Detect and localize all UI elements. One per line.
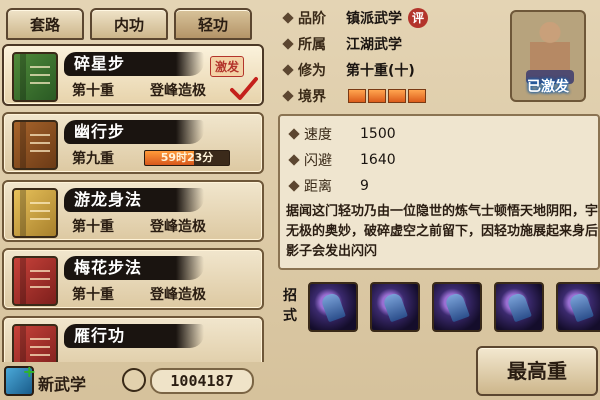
- diamond-icon: [288, 128, 300, 140]
- speed-value: 1500: [360, 126, 396, 142]
- skill-name: 游龙身法: [64, 188, 204, 212]
- book-icon: [12, 324, 58, 362]
- realm-bar: [348, 89, 426, 103]
- skill-list: 碎星步 激发 第十重 登峰造极 幽行步 第九重 59时23分 游龙身法 第十重 …: [2, 44, 264, 362]
- character-portrait: 已激发: [510, 10, 586, 102]
- activated-label: 已激发: [527, 79, 569, 95]
- distance-value: 9: [360, 178, 369, 194]
- realm-label: 境界: [298, 89, 326, 105]
- skill-level: 第十重: [72, 287, 114, 303]
- realm-segment: [388, 89, 406, 103]
- distance-row: 距离 9: [288, 176, 369, 196]
- stats-box: 速度 1500 闪避 1640 距离 9 据闻这门轻功乃由一位隐世的炼气士顿悟天…: [278, 114, 600, 270]
- skill-name: 幽行步: [64, 120, 204, 144]
- skill-name: 雁行功: [64, 324, 204, 348]
- diamond-icon: [282, 64, 294, 76]
- currency-amount: 1004187: [150, 368, 254, 394]
- book-icon: [12, 120, 58, 170]
- realm-segment: [408, 89, 426, 103]
- skill-item-meihuabufa[interactable]: 梅花步法 第十重 登峰造极: [2, 248, 264, 310]
- book-icon: [12, 188, 58, 238]
- rank-label: 品阶: [298, 11, 326, 27]
- realm-row: 境界: [282, 86, 426, 106]
- skill-item-youxingbu[interactable]: 幽行步 第九重 59时23分: [2, 112, 264, 174]
- dodge-row: 闪避 1640: [288, 150, 396, 170]
- speed-row: 速度 1500: [288, 124, 396, 144]
- game-screen: 套路 内功 轻功 碎星步 激发 第十重 登峰造极 幽行步 第九重 59时23分: [0, 0, 600, 400]
- skill-item-youlongshenfa[interactable]: 游龙身法 第十重 登峰造极: [2, 180, 264, 242]
- diamond-icon: [288, 154, 300, 166]
- origin-row: 所属 江湖武学: [282, 34, 402, 54]
- monk-figure: [530, 22, 570, 74]
- tab-qinggong[interactable]: 轻功: [174, 8, 252, 40]
- training-progress-bar: 59时23分: [144, 150, 230, 166]
- book-icon: [12, 52, 58, 102]
- bottom-bar: + 新武学 1004187: [0, 362, 270, 400]
- skill-grade: 登峰造极: [150, 219, 206, 235]
- tab-taolu[interactable]: 套路: [6, 8, 84, 40]
- skill-detail-panel: 品阶 镇派武学 评 所属 江湖武学 修为 第十重(十) 境界 已激发 速度 15…: [272, 0, 600, 400]
- activated-badge: 激发: [210, 56, 245, 77]
- rank-value: 镇派武学: [346, 11, 402, 27]
- skill-level: 第十重: [72, 83, 114, 99]
- category-tabs: 套路 内功 轻功: [2, 2, 267, 42]
- checkmark-icon: [230, 77, 258, 100]
- cultivation-label: 修为: [298, 63, 326, 79]
- dodge-label: 闪避: [304, 153, 332, 169]
- new-skill-icon[interactable]: +: [4, 362, 36, 396]
- tab-neigong[interactable]: 内功: [90, 8, 168, 40]
- realm-segment: [368, 89, 386, 103]
- currency-icon: [122, 368, 146, 392]
- move-icon[interactable]: [308, 282, 358, 332]
- move-icon[interactable]: [432, 282, 482, 332]
- skill-level: 第九重: [72, 151, 114, 167]
- moves-row: [308, 282, 600, 332]
- move-icon[interactable]: [494, 282, 544, 332]
- review-button[interactable]: 评: [408, 8, 428, 28]
- skill-grade: 登峰造极: [150, 83, 206, 99]
- max-level-button[interactable]: 最高重: [476, 346, 598, 396]
- cultivation-value: 第十重(十): [346, 63, 415, 79]
- skill-name: 碎星步: [64, 52, 204, 76]
- realm-segment: [348, 89, 366, 103]
- diamond-icon: [282, 12, 294, 24]
- skill-description: 据闻这门轻功乃由一位隐世的炼气士顿悟天地阴阳，宇宙无极的奥妙，破碎虚空之前留下，…: [286, 204, 600, 259]
- move-icon[interactable]: [556, 282, 600, 332]
- book-icon: [12, 256, 58, 306]
- new-skill-label[interactable]: 新武学: [38, 371, 86, 395]
- diamond-icon: [288, 180, 300, 192]
- move-icon[interactable]: [370, 282, 420, 332]
- diamond-icon: [282, 38, 294, 50]
- distance-label: 距离: [304, 179, 332, 195]
- skill-level: 第十重: [72, 219, 114, 235]
- dodge-value: 1640: [360, 152, 396, 168]
- origin-label: 所属: [298, 37, 326, 53]
- skill-name: 梅花步法: [64, 256, 204, 280]
- origin-value: 江湖武学: [346, 37, 402, 53]
- speed-label: 速度: [304, 127, 332, 143]
- skill-grade: 登峰造极: [150, 287, 206, 303]
- cultivation-row: 修为 第十重(十): [282, 60, 415, 80]
- rank-row: 品阶 镇派武学 评: [282, 8, 428, 28]
- diamond-icon: [282, 90, 294, 102]
- skill-item-suixingbu[interactable]: 碎星步 激发 第十重 登峰造极: [2, 44, 264, 106]
- moves-label: 招式: [283, 288, 297, 324]
- skill-item-yanxinggong[interactable]: 雁行功: [2, 316, 264, 362]
- progress-text: 59时23分: [160, 151, 214, 164]
